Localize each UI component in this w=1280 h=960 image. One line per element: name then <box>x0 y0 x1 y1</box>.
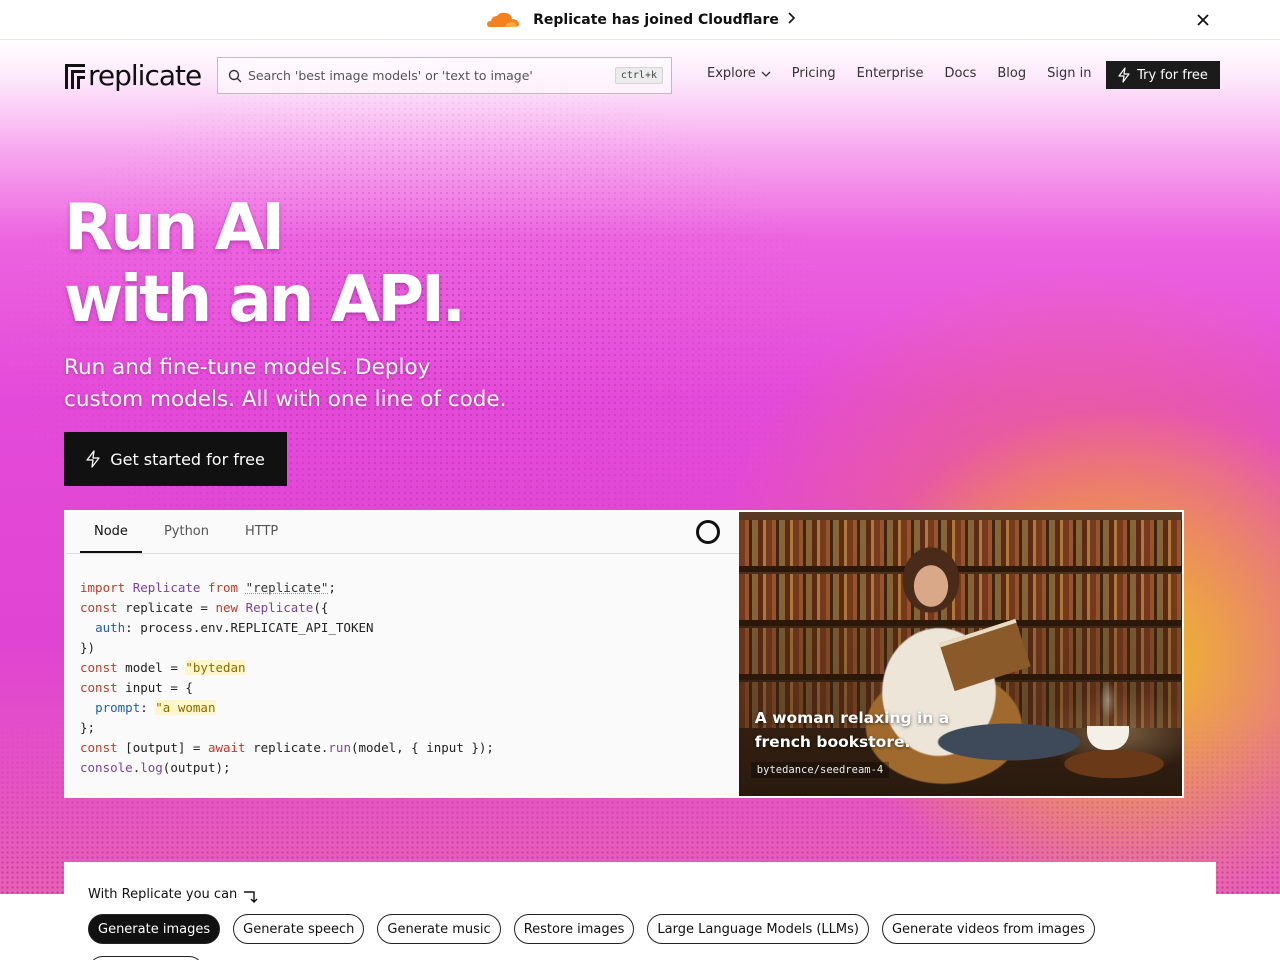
code-token: model = <box>117 660 186 675</box>
demo-output-image[interactable]: A woman relaxing in a french bookstore. … <box>738 512 1182 796</box>
chip-generate-images[interactable]: Generate images <box>88 914 221 944</box>
get-started-label: Get started for free <box>110 449 265 469</box>
hero-title-line-2: with an API. <box>64 263 466 337</box>
cloudflare-logo <box>487 12 520 27</box>
try-for-free-button[interactable]: Try for free <box>1106 61 1220 89</box>
code-token[interactable]: "bytedan <box>185 660 246 675</box>
lightning-icon <box>86 450 100 468</box>
code-token: (model, { input }); <box>350 740 494 755</box>
code-token: from <box>207 580 239 595</box>
image-caption: A woman relaxing in a french bookstore. <box>754 709 950 751</box>
tab-http[interactable]: HTTP <box>231 512 292 553</box>
code-token: (output); <box>162 760 231 775</box>
hero-title: Run AI with an API. <box>64 191 466 337</box>
code-token: await <box>207 740 246 755</box>
replicate-logo-mark <box>65 64 85 89</box>
demo-panel: Node Python HTTP import Replicate from "… <box>64 510 1184 798</box>
tab-node[interactable]: Node <box>80 512 142 553</box>
code-token[interactable]: "a woman <box>155 700 216 715</box>
chip-next-row[interactable] <box>88 956 204 960</box>
try-for-free-label: Try for free <box>1137 67 1208 83</box>
code-token: console <box>80 760 133 775</box>
code-token: replicate. <box>245 740 329 755</box>
steam <box>1092 672 1123 728</box>
code-token: Replicate <box>132 580 201 595</box>
code-token: log <box>140 760 163 775</box>
hero-title-line-1: Run AI <box>64 191 285 265</box>
logo-text: replicate <box>88 59 202 92</box>
search-shortcut: ctrl+k <box>614 67 663 84</box>
code-token: "replicate" <box>245 580 329 595</box>
nav-docs[interactable]: Docs <box>945 66 977 81</box>
code-token: const <box>80 740 118 755</box>
code-token: Replicate <box>245 600 314 615</box>
chevron-right-icon <box>787 11 796 28</box>
model-tag[interactable]: bytedance/seedream-4 <box>750 762 890 778</box>
capabilities-section: With Replicate you can Generate images G… <box>64 862 1216 960</box>
logo[interactable]: replicate <box>64 59 202 92</box>
hero-subtitle: Run and fine-tune models. Deploy custom … <box>64 352 584 416</box>
code-token: [output] = <box>117 740 208 755</box>
chip-generate-music[interactable]: Generate music <box>377 914 501 944</box>
code-token: }) <box>80 640 96 655</box>
nav-enterprise[interactable]: Enterprise <box>857 66 924 81</box>
code-token: const <box>80 660 118 675</box>
chip-llms[interactable]: Large Language Models (LLMs) <box>647 914 869 944</box>
nav-links: Explore Pricing Enterprise Docs Blog Sig… <box>707 66 1112 81</box>
nav-pricing[interactable]: Pricing <box>792 66 836 81</box>
search-icon <box>228 69 242 82</box>
chip-restore-images[interactable]: Restore images <box>513 914 635 944</box>
code-token: input = { <box>117 680 193 695</box>
loading-spinner-icon <box>696 520 720 544</box>
nav-explore-label: Explore <box>707 66 756 81</box>
code-token: ({ <box>313 600 329 615</box>
code-token: import <box>80 580 126 595</box>
code-token: prompt <box>95 700 141 715</box>
code-panel: Node Python HTTP import Replicate from "… <box>66 512 739 796</box>
code-token: replicate = <box>117 600 216 615</box>
search-input[interactable] <box>248 68 615 83</box>
chip-generate-speech[interactable]: Generate speech <box>233 914 365 944</box>
nav-sign-in[interactable]: Sign in <box>1047 66 1091 81</box>
lightning-icon <box>1118 67 1130 83</box>
close-icon[interactable] <box>1192 9 1214 31</box>
code-token: : process.env.REPLICATE_API_TOKEN <box>125 620 374 635</box>
code-token: : <box>140 700 156 715</box>
announcement-bar[interactable]: Replicate has joined Cloudflare <box>0 0 1280 40</box>
code-token: const <box>80 600 118 615</box>
code-token: }; <box>80 720 96 735</box>
code-token: new <box>215 600 239 615</box>
code-token: run <box>328 740 351 755</box>
arrow-down-right-icon <box>244 891 258 903</box>
capability-chips: Generate images Generate speech Generate… <box>88 914 1108 960</box>
code-snippet: import Replicate from "replicate"; const… <box>66 554 739 778</box>
nav-explore[interactable]: Explore <box>707 66 771 81</box>
chip-videos-from-images[interactable]: Generate videos from images <box>881 914 1095 944</box>
announcement-text[interactable]: Replicate has joined Cloudflare <box>533 12 779 28</box>
search-box[interactable]: ctrl+k <box>217 57 672 94</box>
language-tabs: Node Python HTTP <box>66 512 739 554</box>
code-token: ; <box>328 580 336 595</box>
capabilities-lead-text: With Replicate you can <box>88 886 238 902</box>
tab-python[interactable]: Python <box>150 512 223 553</box>
code-token: auth <box>95 620 126 635</box>
get-started-button[interactable]: Get started for free <box>64 432 287 486</box>
side-table <box>1038 744 1182 796</box>
hero-subtitle-line-2: custom models. All with one line of code… <box>64 387 507 412</box>
code-token: const <box>80 680 118 695</box>
hero-subtitle-line-1: Run and fine-tune models. Deploy <box>64 355 431 380</box>
nav-blog[interactable]: Blog <box>997 66 1026 81</box>
chevron-down-icon <box>761 71 771 77</box>
capabilities-lead: With Replicate you can <box>88 884 259 904</box>
top-nav: replicate ctrl+k Explore Pricing Enterpr… <box>0 40 1280 112</box>
